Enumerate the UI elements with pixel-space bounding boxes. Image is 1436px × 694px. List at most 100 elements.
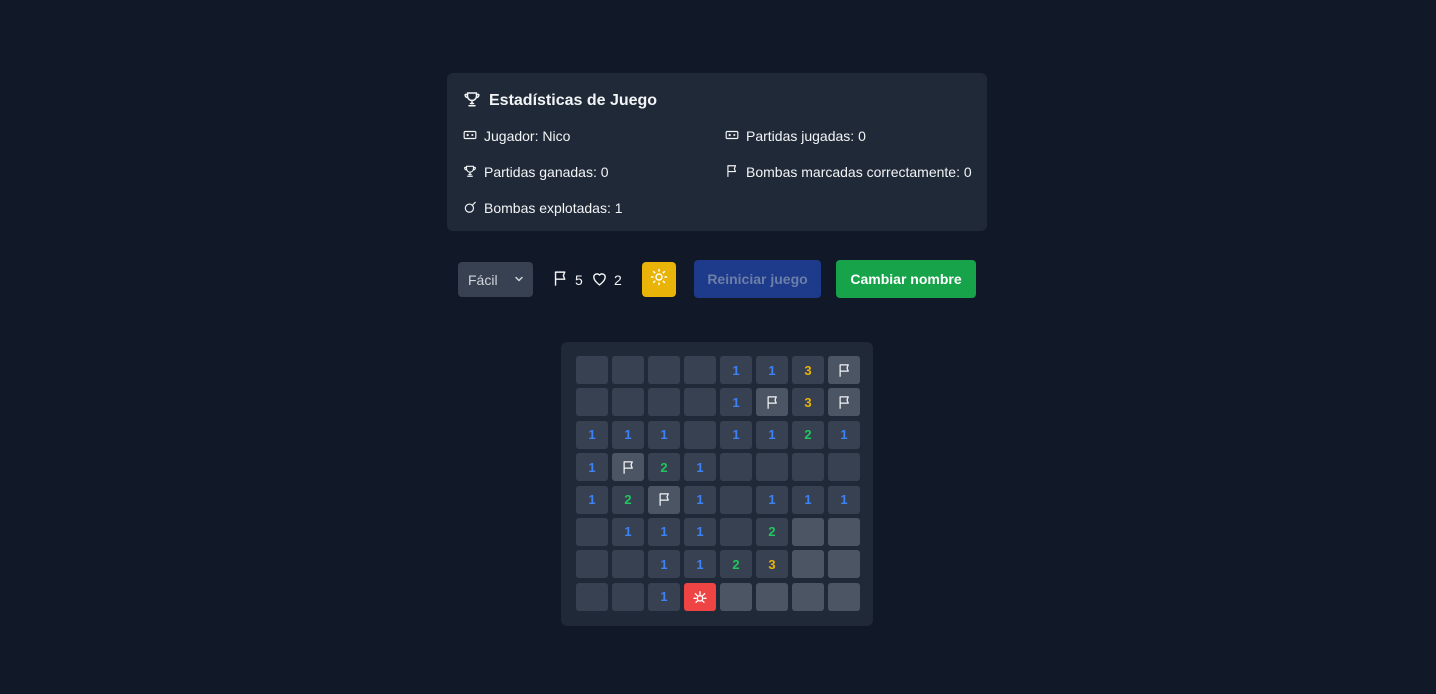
stat-player: Jugador: Nico (463, 127, 725, 145)
cell-number[interactable]: 1 (576, 485, 608, 514)
cell-empty[interactable] (756, 453, 788, 482)
cell-empty[interactable] (792, 453, 824, 482)
cell-number[interactable]: 2 (792, 420, 824, 449)
cell-number[interactable]: 1 (648, 550, 680, 579)
cell-number[interactable]: 2 (612, 485, 644, 514)
flags-count: 5 (575, 272, 583, 288)
cell-number[interactable]: 1 (648, 420, 680, 449)
stat-games-played: Partidas jugadas: 0 (725, 127, 983, 145)
cell-number[interactable]: 2 (648, 453, 680, 482)
cell-hidden[interactable] (792, 517, 824, 546)
cell-empty[interactable] (720, 485, 752, 514)
cell-hidden[interactable] (828, 517, 860, 546)
cell-empty[interactable] (576, 356, 608, 384)
cell-number[interactable]: 1 (576, 420, 608, 449)
flag-icon (621, 460, 636, 475)
cell-empty[interactable] (612, 582, 644, 611)
trophy-icon (463, 164, 477, 181)
cell-empty[interactable] (684, 420, 716, 449)
cell-empty[interactable] (720, 453, 752, 482)
cell-number[interactable]: 1 (720, 420, 752, 449)
cell-empty[interactable] (576, 582, 608, 611)
cell-hidden[interactable] (792, 582, 824, 611)
cell-number[interactable]: 2 (720, 550, 752, 579)
flags-counter: 5 (552, 270, 583, 290)
controls-bar: Fácil 5 2 Reiniciar juego Cambiar nombre (458, 260, 988, 298)
rename-button[interactable]: Cambiar nombre (836, 260, 976, 298)
cell-empty[interactable] (648, 388, 680, 417)
cell-number[interactable]: 1 (756, 420, 788, 449)
cell-number[interactable]: 1 (828, 420, 860, 449)
cell-hidden[interactable] (792, 550, 824, 579)
cell-empty[interactable] (684, 356, 716, 384)
cell-hidden[interactable] (828, 550, 860, 579)
chevron-down-icon (513, 272, 525, 288)
flag-icon (837, 363, 852, 378)
heart-icon (591, 270, 608, 290)
stat-bombs-flagged-text: Bombas marcadas correctamente: 0 (746, 164, 972, 180)
cell-number[interactable]: 1 (792, 485, 824, 514)
cell-hidden[interactable] (720, 582, 752, 611)
flag-icon (657, 492, 672, 507)
cell-empty[interactable] (576, 550, 608, 579)
cell-empty[interactable] (612, 356, 644, 384)
sun-icon (650, 268, 668, 291)
cell-number[interactable]: 3 (756, 550, 788, 579)
lives-counter: 2 (591, 270, 622, 290)
stats-panel: Estadísticas de Juego Jugador: Nico Part… (447, 73, 987, 231)
cell-empty[interactable] (612, 388, 644, 417)
gamepad-icon (463, 128, 477, 145)
cell-flagged[interactable] (612, 453, 644, 482)
stat-bombs-flagged: Bombas marcadas correctamente: 0 (725, 163, 983, 181)
cell-exploded-mine[interactable] (684, 582, 716, 611)
flag-icon (837, 395, 852, 410)
cell-empty[interactable] (576, 517, 608, 546)
cell-number[interactable]: 1 (684, 485, 716, 514)
stat-games-won: Partidas ganadas: 0 (463, 163, 725, 181)
cell-number[interactable]: 1 (684, 517, 716, 546)
cell-number[interactable]: 3 (792, 356, 824, 384)
cell-empty[interactable] (612, 550, 644, 579)
stat-bombs-exploded-text: Bombas explotadas: 1 (484, 200, 623, 216)
cell-number[interactable]: 1 (684, 453, 716, 482)
flag-icon (725, 164, 739, 181)
cell-empty[interactable] (648, 356, 680, 384)
cell-number[interactable]: 1 (756, 485, 788, 514)
difficulty-select[interactable]: Fácil (458, 262, 533, 297)
stats-title: Estadísticas de Juego (463, 91, 971, 111)
theme-toggle-button[interactable] (642, 262, 676, 297)
cell-number[interactable]: 3 (792, 388, 824, 417)
bomb-icon (463, 200, 477, 217)
cell-number[interactable]: 1 (720, 388, 752, 417)
cell-number[interactable]: 1 (576, 453, 608, 482)
cell-empty[interactable] (684, 388, 716, 417)
cell-empty[interactable] (576, 388, 608, 417)
cell-flagged[interactable] (648, 485, 680, 514)
cell-number[interactable]: 1 (828, 485, 860, 514)
stats-title-text: Estadísticas de Juego (489, 92, 658, 109)
difficulty-value: Fácil (468, 271, 498, 288)
lives-count: 2 (614, 272, 622, 288)
stat-games-won-text: Partidas ganadas: 0 (484, 164, 609, 180)
cell-empty[interactable] (828, 453, 860, 482)
cell-number[interactable]: 1 (648, 582, 680, 611)
flag-icon (552, 270, 569, 290)
cell-hidden[interactable] (828, 582, 860, 611)
cell-number[interactable]: 1 (756, 356, 788, 384)
restart-button[interactable]: Reiniciar juego (694, 260, 821, 298)
cell-number[interactable]: 1 (684, 550, 716, 579)
cell-empty[interactable] (720, 517, 752, 546)
cell-number[interactable]: 1 (612, 420, 644, 449)
gamepad-icon (725, 128, 739, 145)
cell-flagged[interactable] (828, 388, 860, 417)
game-board: 113131111121121121111111211231 (561, 342, 873, 626)
cell-number[interactable]: 1 (720, 356, 752, 384)
cell-hidden[interactable] (756, 582, 788, 611)
cell-number[interactable]: 2 (756, 517, 788, 546)
board-grid: 113131111121121121111111211231 (576, 356, 860, 611)
cell-flagged[interactable] (828, 356, 860, 384)
cell-number[interactable]: 1 (648, 517, 680, 546)
cell-number[interactable]: 1 (612, 517, 644, 546)
stat-games-played-text: Partidas jugadas: 0 (746, 128, 866, 144)
cell-flagged[interactable] (756, 388, 788, 417)
